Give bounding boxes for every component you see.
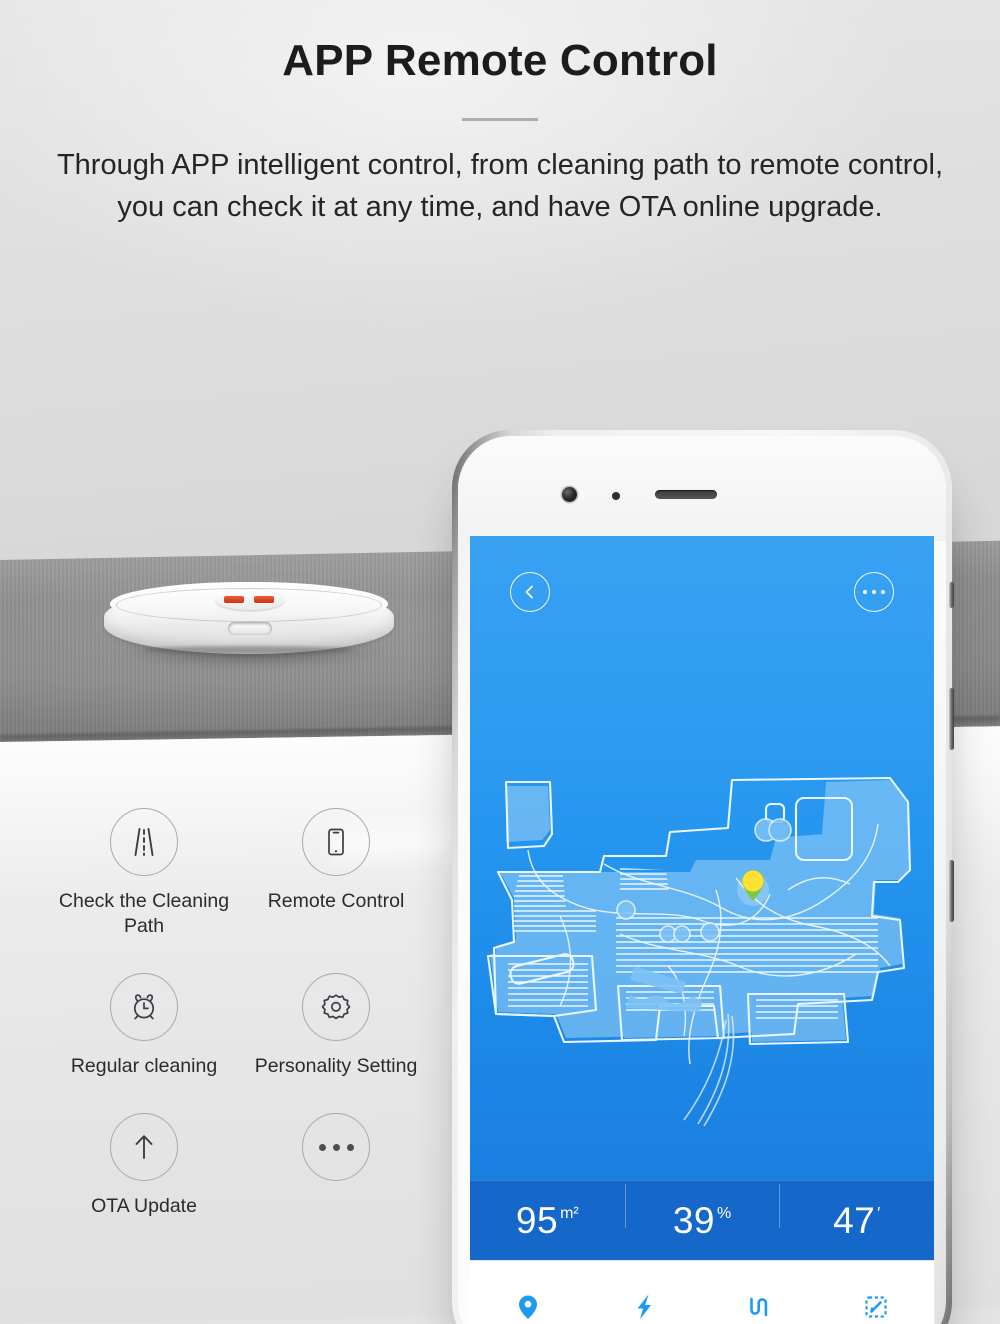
arrow-up-icon	[110, 1113, 178, 1181]
stat-area: 95 m²	[470, 1200, 625, 1242]
feature-row-spacer	[48, 939, 448, 973]
zigzag-path-icon	[750, 1297, 768, 1316]
feature-ota-update[interactable]: OTA Update	[48, 1113, 240, 1219]
feature-row-spacer-2	[48, 1079, 448, 1113]
phone-screen: 95 m² 39 % 47 ′	[470, 536, 934, 1324]
feature-row-3: OTA Update	[48, 1113, 448, 1219]
nav-power-mode[interactable]	[586, 1292, 702, 1322]
stat-unit: ′	[877, 1204, 881, 1222]
proximity-sensor-icon	[612, 492, 620, 500]
smartphone-icon	[302, 808, 370, 876]
back-button[interactable]	[510, 572, 550, 612]
feature-remote-control[interactable]: Remote Control	[240, 808, 432, 939]
phone-top-bezel	[458, 436, 946, 541]
ellipsis-icon	[302, 1113, 370, 1181]
phone-mockup: 95 m² 39 % 47 ′	[452, 430, 954, 1324]
stat-unit: m²	[560, 1204, 579, 1222]
page-title: APP Remote Control	[282, 36, 718, 85]
more-options-button[interactable]	[854, 572, 894, 612]
alarm-clock-icon	[110, 973, 178, 1041]
feature-grid: Check the Cleaning Path Remote Control R…	[48, 808, 448, 1219]
lightning-icon	[637, 1294, 651, 1319]
feature-label: OTA Update	[91, 1195, 197, 1217]
title-divider	[462, 118, 538, 121]
feature-label: Remote Control	[267, 890, 405, 912]
robot-power-button	[228, 622, 272, 635]
robot-laser-right	[254, 596, 274, 603]
stat-battery: 39 %	[624, 1183, 780, 1242]
feature-label: Check the Cleaning Path	[58, 890, 230, 937]
power-button[interactable]	[949, 582, 954, 608]
nav-zigzag-path[interactable]	[702, 1292, 818, 1322]
chevron-left-icon	[525, 585, 533, 599]
feature-check-cleaning-path[interactable]: Check the Cleaning Path	[48, 808, 240, 939]
robot-vacuum-photo	[104, 578, 394, 668]
stat-value: 39	[672, 1199, 715, 1241]
ellipsis-dots	[318, 1143, 354, 1151]
feature-label: Personality Setting	[254, 1055, 418, 1077]
ellipsis-icon	[862, 589, 886, 595]
volume-down-button[interactable]	[949, 860, 954, 922]
stat-duration: 47 ′	[779, 1183, 934, 1242]
robot-underside-shade	[144, 646, 354, 654]
stat-value: 47	[833, 1199, 876, 1241]
front-camera-icon	[562, 487, 577, 502]
feature-more[interactable]	[240, 1113, 432, 1219]
edit-zone-icon	[865, 1295, 887, 1318]
feature-personality-setting[interactable]: Personality Setting	[240, 973, 432, 1079]
nav-edit-zone[interactable]	[818, 1292, 934, 1322]
gear-icon	[302, 973, 370, 1041]
earpiece-speaker	[655, 490, 717, 499]
stat-unit: %	[716, 1204, 732, 1222]
robot-laser-left	[224, 596, 244, 603]
nav-location[interactable]	[470, 1292, 586, 1322]
volume-up-button[interactable]	[949, 688, 954, 750]
location-icon	[519, 1295, 537, 1319]
stats-bar: 95 m² 39 % 47 ′	[470, 1180, 934, 1260]
feature-row-1: Check the Cleaning Path Remote Control	[48, 808, 448, 939]
stat-value: 95	[515, 1199, 559, 1241]
feature-label: Regular cleaning	[70, 1055, 218, 1077]
page-root: APP Remote Control Through APP intellige…	[0, 0, 1000, 1324]
cleaning-path-map[interactable]	[470, 768, 934, 1148]
feature-regular-cleaning[interactable]: Regular cleaning	[48, 973, 240, 1079]
page-subtitle: Through APP intelligent control, from cl…	[56, 149, 944, 223]
app-bottom-nav	[470, 1260, 934, 1324]
feature-row-2: Regular cleaning Personality Setting	[48, 973, 448, 1079]
road-icon	[110, 808, 178, 876]
